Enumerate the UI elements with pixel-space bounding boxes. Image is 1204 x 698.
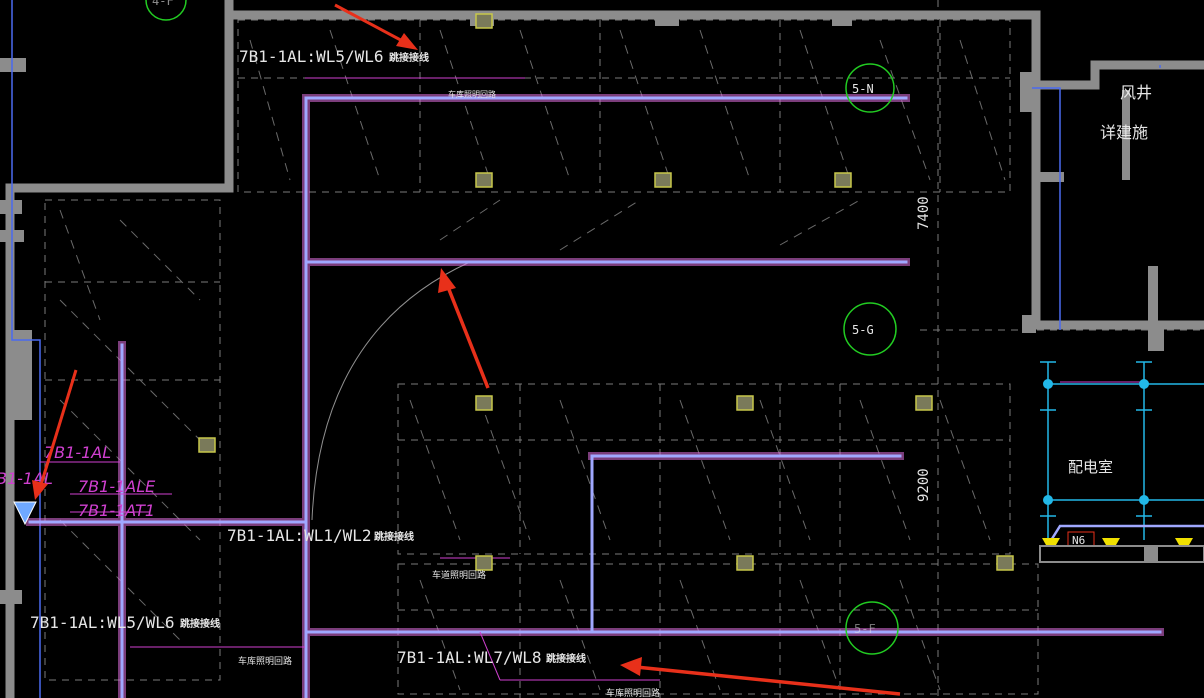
- parking-hatch: [59, 29, 1006, 691]
- arrow-middle: [438, 268, 490, 389]
- label-wl56-left-suffix: 跳接接线: [180, 617, 220, 630]
- label-see-arch: 详建施: [1100, 123, 1148, 142]
- cyan-markers: [1043, 379, 1149, 505]
- label-wl12: 7B1-1AL:WL1/WL2: [227, 526, 372, 545]
- axis-label-5g: 5-G: [852, 323, 874, 337]
- label-wl78-suffix: 跳接接线: [546, 652, 586, 665]
- label-garage-circuit-3: 车库照明回路: [606, 687, 660, 698]
- magenta-leaders: [40, 77, 1140, 681]
- label-wl12-suffix: 跳接接线: [374, 530, 414, 543]
- label-lane-circuit: 车道照明回路: [432, 569, 486, 581]
- dimension-9200: 9200: [916, 468, 932, 502]
- label-7b1-1at1: 7B1-1AT1: [78, 501, 155, 520]
- label-7b1-1ale: 7B1-1ALE: [78, 477, 156, 496]
- label-garage-circuit-2: 车库照明回路: [238, 655, 292, 667]
- axis-label-4f: 4-F: [152, 0, 174, 8]
- power-room-equipment: [1040, 361, 1204, 543]
- label-garage-circuit-1: 车库照明回路: [448, 89, 496, 99]
- label-wl56-top-suffix: 跳接接线: [389, 51, 429, 64]
- cad-drawing: 5-N 5-G 5-F 4-F 7400 9200 7B1-1AL:WL5/WL…: [0, 0, 1204, 698]
- label-power-room: 配电室: [1068, 458, 1113, 476]
- blue-outline: [11, 0, 1161, 698]
- dimension-7400: 7400: [916, 196, 932, 230]
- label-wl56-left: 7B1-1AL:WL5/WL6: [30, 613, 175, 632]
- door-swing-arc: [311, 261, 471, 521]
- arrow-bottom: [620, 657, 901, 696]
- label-wl56-top: 7B1-1AL:WL5/WL6: [239, 47, 384, 66]
- yellow-lamps: [1042, 538, 1193, 545]
- label-air-shaft: 风井: [1120, 83, 1152, 102]
- label-wl78: 7B1-1AL:WL7/WL8: [397, 648, 542, 667]
- axis-label-5f: 5-F: [854, 622, 876, 636]
- power-room-base: [1039, 545, 1204, 563]
- axis-label-5n: 5-N: [852, 82, 874, 96]
- power-room-block: [1144, 546, 1158, 562]
